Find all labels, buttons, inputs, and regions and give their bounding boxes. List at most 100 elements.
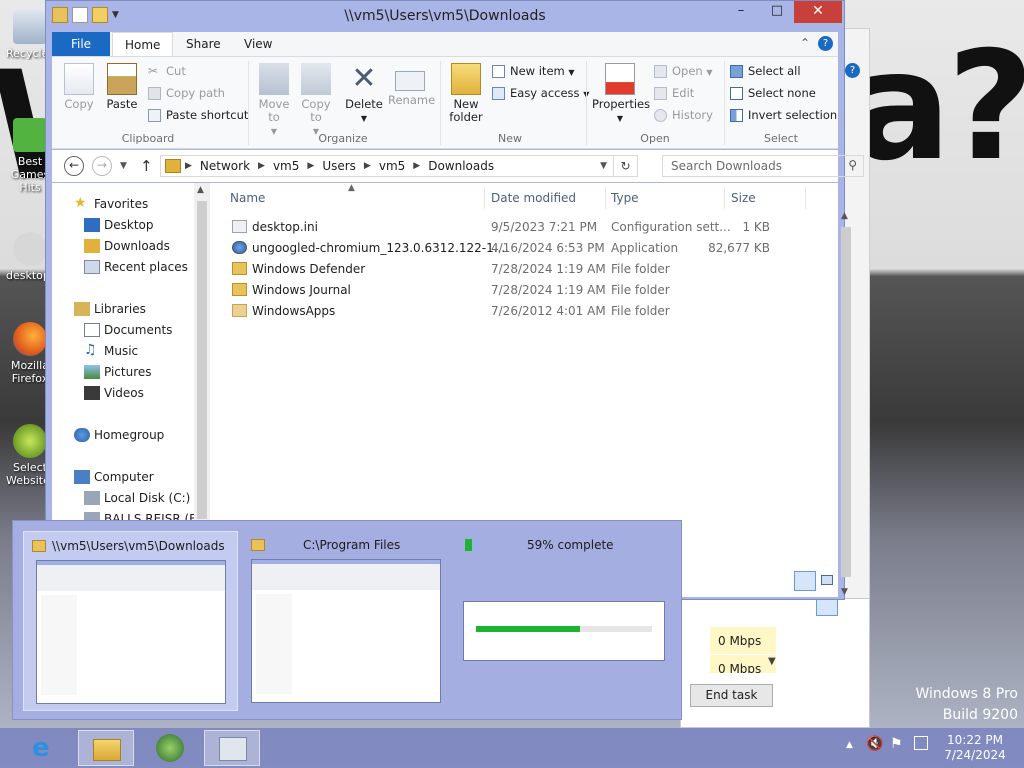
copy-icon	[64, 63, 94, 95]
show-hidden-icons[interactable]: ▲	[846, 740, 853, 750]
breadcrumb-vm5[interactable]: vm5	[269, 159, 303, 173]
close-button[interactable]: ✕	[794, 1, 842, 23]
cut-button[interactable]: ✂ Cut	[148, 63, 186, 80]
nav-videos[interactable]: Videos	[84, 384, 144, 402]
select-all-button[interactable]: Select all	[730, 63, 801, 80]
taskbar-internet-explorer[interactable]: e	[18, 730, 74, 766]
tab-file[interactable]: File	[52, 32, 110, 56]
breadcrumb[interactable]: ▶ Network ▶ vm5 ▶ Users ▶ vm5 ▶ Download…	[160, 155, 614, 177]
group-label-organize: Organize	[318, 132, 368, 145]
delete-button[interactable]: ✕ Delete ▼	[344, 63, 384, 125]
end-task-button[interactable]: End task	[690, 684, 773, 707]
nav-local-disk[interactable]: Local Disk (C:)	[84, 489, 190, 507]
help-icon[interactable]: ?	[845, 63, 860, 78]
new-item-icon	[492, 65, 505, 78]
edit-button[interactable]: Edit	[654, 85, 694, 102]
paste-shortcut-button[interactable]: Paste shortcut	[148, 107, 248, 124]
volume-muted-icon[interactable]: 🔇	[866, 736, 883, 752]
scroll-up-icon[interactable]: ▲	[841, 211, 848, 221]
breadcrumb-vm5-user[interactable]: vm5	[375, 159, 409, 173]
history-button[interactable]: History	[654, 107, 713, 124]
edit-icon	[654, 87, 667, 100]
thumbnail-explorer-downloads[interactable]: \\vm5\Users\vm5\Downloads	[23, 531, 238, 711]
large-icons-view-button[interactable]	[818, 571, 836, 591]
desktop-icon	[84, 218, 100, 232]
breadcrumb-network[interactable]: Network	[196, 159, 254, 173]
help-icon[interactable]: ?	[818, 36, 833, 51]
nav-libraries[interactable]: Libraries	[74, 300, 146, 318]
back-button[interactable]: ←	[64, 156, 84, 176]
address-dropdown-icon[interactable]: ▼	[600, 161, 607, 171]
properties-button[interactable]: Properties ▼	[592, 63, 650, 125]
open-button[interactable]: Open ▼	[654, 63, 713, 80]
table-row[interactable]: WindowsApps 7/26/2012 4:01 AM File folde…	[210, 301, 810, 322]
copy-path-button[interactable]: Copy path	[148, 85, 225, 102]
copy-progress-icon	[465, 539, 479, 551]
nav-favorites[interactable]: ★ Favorites	[74, 195, 148, 213]
libraries-icon	[74, 302, 90, 316]
refresh-button[interactable]: ↻	[614, 155, 638, 177]
thumbnail-copy-progress[interactable]: 59% complete	[455, 531, 675, 711]
column-header-type[interactable]: Type	[611, 191, 639, 205]
action-center-flag-icon[interactable]: ⚑	[890, 736, 903, 752]
settings-file-icon	[13, 232, 47, 266]
nav-homegroup[interactable]: Homegroup	[74, 426, 164, 444]
table-row[interactable]: desktop.ini 9/5/2023 7:21 PM Configurati…	[210, 217, 810, 238]
nav-music[interactable]: ♫ Music	[84, 342, 138, 360]
recent-locations-chevron-icon[interactable]: ▼	[120, 161, 127, 171]
invert-selection-button[interactable]: Invert selection	[730, 107, 837, 124]
details-view-button[interactable]	[794, 571, 816, 591]
system-clock[interactable]: 10:22 PM 7/24/2024	[932, 733, 1018, 763]
tab-home[interactable]: Home	[112, 32, 174, 56]
chevron-down-icon[interactable]: ▼	[768, 656, 776, 667]
taskbar-app-3[interactable]	[142, 730, 198, 766]
group-label-open: Open	[640, 132, 670, 145]
move-to-button[interactable]: Move to ▼	[254, 63, 294, 138]
paste-button[interactable]: Paste	[102, 63, 142, 111]
nav-downloads[interactable]: Downloads	[84, 237, 170, 255]
table-row[interactable]: ungoogled-chromium_123.0.6312.122-1.... …	[210, 238, 810, 259]
nav-recent-places[interactable]: Recent places	[84, 258, 188, 276]
folder-icon	[32, 540, 46, 552]
tab-view[interactable]: View	[232, 32, 284, 56]
network-icon[interactable]	[914, 736, 928, 750]
table-row[interactable]: Windows Journal 7/28/2024 1:19 AM File f…	[210, 280, 810, 301]
view-toggle-back[interactable]	[816, 598, 838, 616]
breadcrumb-downloads[interactable]: Downloads	[424, 159, 498, 173]
content-scrollbar[interactable]: ▲ ▼	[838, 211, 854, 597]
taskbar-task-manager[interactable]	[204, 730, 260, 766]
scroll-down-icon[interactable]: ▼	[841, 587, 848, 597]
forward-button[interactable]: →	[92, 156, 112, 176]
up-arrow-icon[interactable]: ↑	[140, 157, 153, 175]
new-folder-button[interactable]: New folder	[446, 63, 486, 124]
column-header-date[interactable]: Date modified	[491, 191, 576, 205]
maximize-button[interactable]: □	[762, 1, 792, 23]
nav-scrollbar[interactable]: ▲	[194, 183, 210, 521]
easy-access-button[interactable]: Easy access ▼	[492, 85, 589, 102]
minimize-button[interactable]: –	[726, 1, 756, 23]
breadcrumb-users[interactable]: Users	[318, 159, 360, 173]
select-none-button[interactable]: Select none	[730, 85, 816, 102]
tab-share[interactable]: Share	[174, 32, 233, 56]
content-scroll-thumb[interactable]	[841, 227, 851, 577]
title-bar[interactable]: ▼ \\vm5\Users\vm5\Downloads – □ ✕	[46, 1, 844, 31]
column-header-name[interactable]: Name	[230, 191, 265, 205]
column-header-size[interactable]: Size	[731, 191, 756, 205]
scroll-up-icon[interactable]: ▲	[197, 185, 204, 195]
nav-scroll-thumb[interactable]	[197, 201, 207, 519]
nav-computer[interactable]: Computer	[74, 468, 154, 486]
nav-desktop[interactable]: Desktop	[84, 216, 154, 234]
rename-button[interactable]: Rename	[388, 63, 435, 107]
thumbnail-program-files[interactable]: C:\Program Files	[245, 531, 445, 711]
nav-documents[interactable]: Documents	[84, 321, 172, 339]
copy-to-button[interactable]: Copy to ▼	[296, 63, 336, 138]
taskbar-file-explorer[interactable]	[78, 730, 134, 766]
windows-watermark: Windows 8 Pro Build 9200	[915, 686, 1018, 723]
new-item-button[interactable]: New item ▼	[492, 63, 575, 80]
videos-icon	[84, 386, 100, 400]
copy-button[interactable]: Copy	[60, 63, 98, 111]
nav-pictures[interactable]: Pictures	[84, 363, 152, 381]
table-row[interactable]: Windows Defender 7/28/2024 1:19 AM File …	[210, 259, 810, 280]
search-input[interactable]: Search Downloads ⚲	[662, 155, 864, 177]
collapse-ribbon-icon[interactable]: ⌃	[800, 36, 810, 50]
